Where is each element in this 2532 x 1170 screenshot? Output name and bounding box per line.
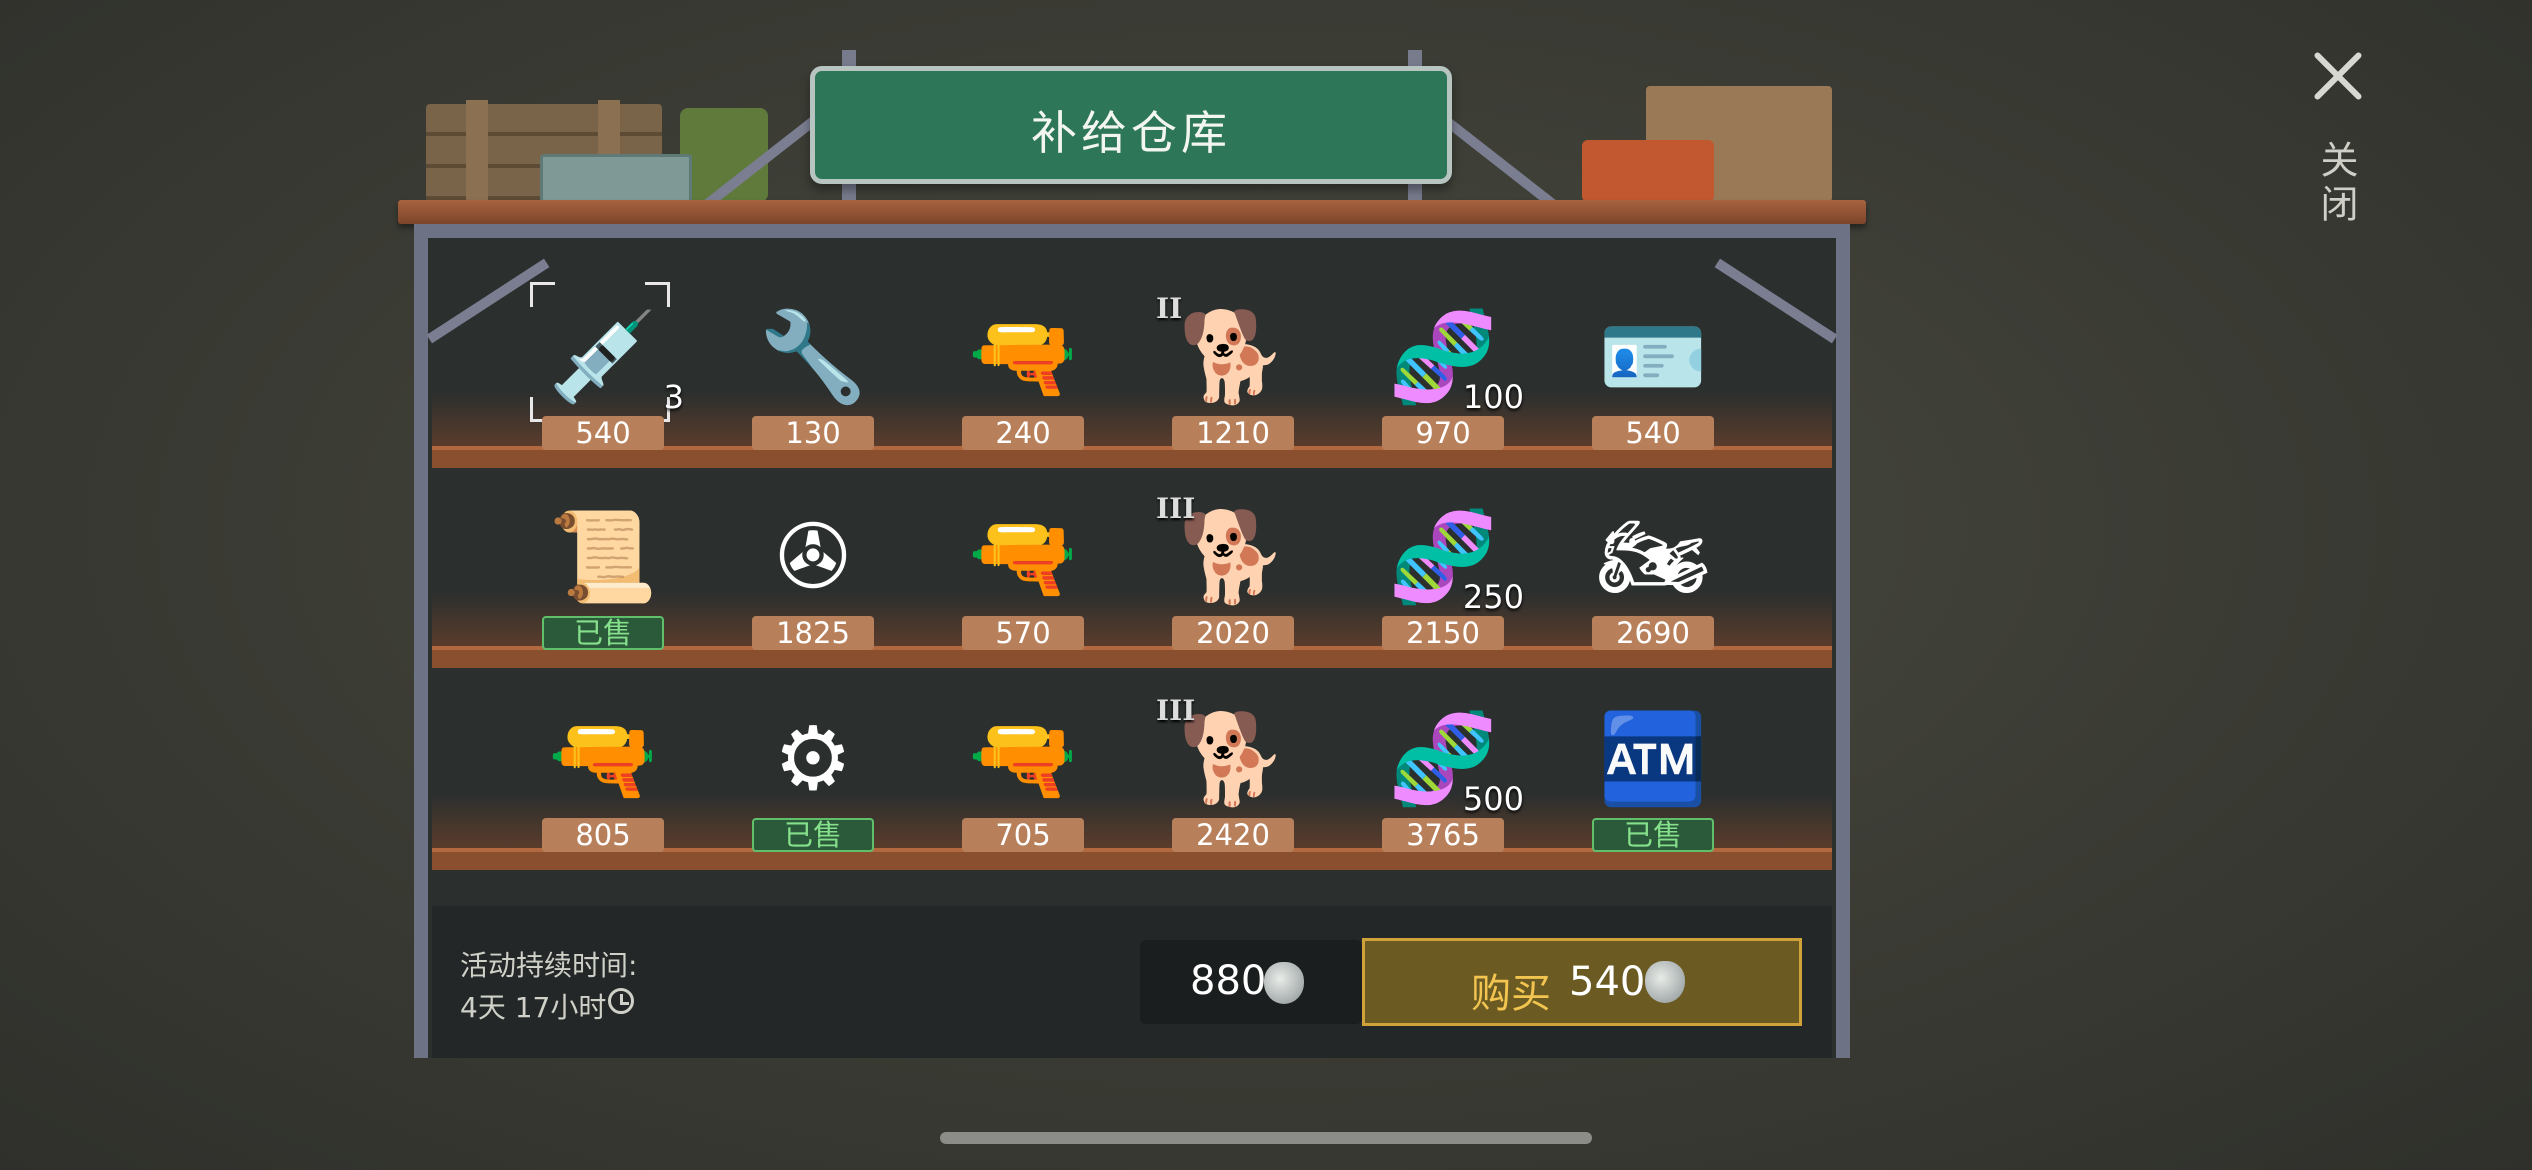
price-tag: 570 bbox=[962, 616, 1084, 650]
page-title: 补给仓库 bbox=[1031, 106, 1231, 160]
pistol-icon: 🔫 bbox=[968, 305, 1078, 408]
grenade-launcher-icon: 🔫 bbox=[548, 707, 658, 810]
shop-item[interactable]: 🐕 III 2420 bbox=[1138, 684, 1328, 854]
price-tag: 805 bbox=[542, 818, 664, 852]
mask-currency-icon bbox=[1645, 961, 1685, 1003]
price-tag: 540 bbox=[542, 416, 664, 450]
price-tag: 240 bbox=[962, 416, 1084, 450]
clock-icon bbox=[608, 988, 634, 1014]
shop-item[interactable]: 📜 已售 bbox=[508, 482, 698, 652]
toolbox-decoration bbox=[1582, 140, 1714, 202]
home-indicator bbox=[940, 1132, 1592, 1144]
price-tag: 705 bbox=[962, 818, 1084, 852]
shop-item[interactable]: 🪪 540 bbox=[1558, 282, 1748, 452]
buy-button[interactable]: 购买 540 bbox=[1362, 938, 1802, 1026]
buy-label: 购买 bbox=[1471, 971, 1551, 1017]
shop-item[interactable]: 🐕 II 1210 bbox=[1138, 282, 1328, 452]
price-tag: 1825 bbox=[752, 616, 874, 650]
sniper-rifle-icon: 🔫 bbox=[968, 707, 1078, 810]
shop-item[interactable]: 🔫 705 bbox=[928, 684, 1118, 854]
shop-item[interactable]: 🔧 130 bbox=[718, 282, 908, 452]
sold-tag: 已售 bbox=[542, 616, 664, 650]
sold-tag: 已售 bbox=[1592, 818, 1714, 852]
shop-item[interactable]: 🏍 2690 bbox=[1558, 482, 1748, 652]
close-icon[interactable] bbox=[2310, 48, 2366, 104]
price-tag: 2020 bbox=[1172, 616, 1294, 650]
duration-value: 4天 17小时 bbox=[460, 991, 607, 1024]
price-tag: 3765 bbox=[1382, 818, 1504, 852]
chopper-motorcycle-icon: 🏍 bbox=[1597, 505, 1709, 608]
rifle-icon: 🔫 bbox=[968, 505, 1078, 608]
shop-item[interactable]: ✇ 1825 bbox=[718, 482, 908, 652]
price-tag: 1210 bbox=[1172, 416, 1294, 450]
shop-item[interactable]: ⚙ 已售 bbox=[718, 684, 908, 854]
police-badge-wallet-icon: 🪪 bbox=[1598, 305, 1708, 408]
propeller-icon: ✇ bbox=[776, 505, 850, 608]
item-quantity: 100 bbox=[1462, 378, 1524, 416]
syringe-gun-icon: 💉 bbox=[548, 305, 658, 408]
shop-item[interactable]: 🔫 570 bbox=[928, 482, 1118, 652]
title-sign: 补给仓库 bbox=[810, 66, 1452, 184]
price-tag: 2690 bbox=[1592, 616, 1714, 650]
top-shelf-plank bbox=[398, 200, 1866, 224]
crate-bar-decoration bbox=[466, 100, 488, 204]
engine-cart-icon: ⚙ bbox=[773, 707, 853, 810]
sold-tag: 已售 bbox=[752, 818, 874, 852]
item-quantity: 250 bbox=[1462, 578, 1524, 616]
price-tag: 2150 bbox=[1382, 616, 1504, 650]
shop-item[interactable]: 🐕 III 2020 bbox=[1138, 482, 1328, 652]
motorcycle-handlebar-icon: 🔧 bbox=[758, 305, 868, 408]
roll-blueprint-icon: 📜 bbox=[548, 505, 658, 608]
price-tag: 540 bbox=[1592, 416, 1714, 450]
price-tag: 970 bbox=[1382, 416, 1504, 450]
price-tag: 130 bbox=[752, 416, 874, 450]
workbench-machine-icon: 🏧 bbox=[1598, 707, 1708, 810]
currency-balance: 880 bbox=[1140, 940, 1362, 1024]
balance-amount: 880 bbox=[1190, 958, 1267, 1004]
shop-item[interactable]: 💉 3 540 bbox=[508, 282, 698, 452]
close-label[interactable]: 关闭 bbox=[2314, 140, 2364, 228]
shop-item[interactable]: 🧬 250 2150 bbox=[1348, 482, 1538, 652]
shop-item[interactable]: 🧬 100 970 bbox=[1348, 282, 1538, 452]
duration-label: 活动持续时间: bbox=[460, 949, 638, 982]
shop-item[interactable]: 🔫 240 bbox=[928, 282, 1118, 452]
shop-item[interactable]: 🧬 500 3765 bbox=[1348, 684, 1538, 854]
mask-currency-icon bbox=[1264, 962, 1304, 1004]
shop-item[interactable]: 🏧 已售 bbox=[1558, 684, 1748, 854]
item-quantity: 3 bbox=[663, 378, 684, 416]
item-quantity: 500 bbox=[1462, 780, 1524, 818]
shop-item[interactable]: 🔫 805 bbox=[508, 684, 698, 854]
tier-badge: III bbox=[1156, 492, 1196, 525]
saint-bernard-dog-icon: 🐕 bbox=[1178, 305, 1288, 408]
tier-badge: II bbox=[1156, 292, 1183, 325]
tier-badge: III bbox=[1156, 694, 1196, 727]
buy-price: 540 bbox=[1569, 959, 1646, 1005]
price-tag: 2420 bbox=[1172, 818, 1294, 852]
